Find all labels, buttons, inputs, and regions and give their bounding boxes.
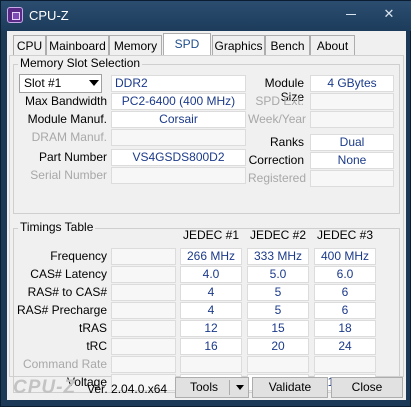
timing-row-spacer <box>111 266 176 283</box>
timing-cell-jedec2: 5 <box>247 284 309 301</box>
module-manuf-label: Module Manuf. <box>27 112 107 126</box>
client-area: CPU Mainboard Memory SPD Graphics Bench … <box>7 31 406 400</box>
timing-cell-jedec1: 16 <box>180 338 242 355</box>
correction-field: None <box>310 152 394 169</box>
slot-select[interactable]: Slot #1 <box>19 74 102 93</box>
spd-ext-label: SPD Ext. <box>255 94 304 108</box>
bottom-bar: CPU-Z Ver. 2.04.0.x64 Tools Validate Clo… <box>7 377 406 400</box>
tools-button[interactable]: Tools <box>175 377 249 398</box>
module-size-field: 4 GBytes <box>310 75 394 92</box>
timing-row-label: Frequency <box>50 249 107 263</box>
cpuz-logo: CPU-Z <box>13 377 77 398</box>
week-year-label: Week/Year <box>248 112 307 126</box>
timing-row-spacer <box>111 248 176 265</box>
timing-cell-jedec1 <box>180 356 242 373</box>
timing-cell-jedec1: 266 MHz <box>180 248 242 265</box>
tab-memory[interactable]: Memory <box>109 35 162 56</box>
timing-row-label: RAS# to CAS# <box>27 285 107 299</box>
ranks-field: Dual <box>310 134 394 151</box>
timing-cell-jedec3: 400 MHz <box>314 248 376 265</box>
dram-manuf-field <box>111 129 246 146</box>
tab-about[interactable]: About <box>310 35 355 56</box>
timing-cell-jedec1: 4 <box>180 284 242 301</box>
max-bandwidth-label: Max Bandwidth <box>24 94 107 108</box>
tab-graphics[interactable]: Graphics <box>212 35 265 56</box>
tab-cpu[interactable]: CPU <box>13 35 46 56</box>
minimize-button[interactable] <box>337 3 365 25</box>
cpuz-app-icon <box>7 7 23 23</box>
spd-ext-field <box>310 93 394 110</box>
slot-select-value: Slot #1 <box>24 76 62 90</box>
timing-row-label: CAS# Latency <box>30 267 107 281</box>
memory-type-field: DDR2 <box>111 75 246 92</box>
tab-spd[interactable]: SPD <box>163 33 211 56</box>
timing-row-label: tRAS <box>78 321 107 335</box>
jedec3-header: JEDEC #3 <box>316 228 374 242</box>
serial-number-label: Serial Number <box>30 168 107 182</box>
timing-cell-jedec1: 12 <box>180 320 242 337</box>
timing-cell-jedec2: 333 MHz <box>247 248 309 265</box>
timing-cell-jedec2: 5 <box>247 302 309 319</box>
tools-button-label: Tools <box>190 380 219 394</box>
part-number-label: Part Number <box>38 150 107 164</box>
timing-row-spacer <box>111 356 176 373</box>
timing-cell-jedec1: 4.0 <box>180 266 242 283</box>
dram-manuf-label: DRAM Manuf. <box>31 130 107 144</box>
timing-cell-jedec3: 6.0 <box>314 266 376 283</box>
timing-cell-jedec1: 4 <box>180 302 242 319</box>
max-bandwidth-field: PC2-6400 (400 MHz) <box>111 93 246 110</box>
timing-cell-jedec2: 5.0 <box>247 266 309 283</box>
timings-group-title: Timings Table <box>18 220 96 234</box>
close-button[interactable]: Close <box>331 377 403 398</box>
tab-bench[interactable]: Bench <box>265 35 310 56</box>
timing-cell-jedec3: 6 <box>314 284 376 301</box>
timing-cell-jedec3: 18 <box>314 320 376 337</box>
timing-row-label: tRC <box>86 339 107 353</box>
timing-cell-jedec3: 24 <box>314 338 376 355</box>
timing-cell-jedec2 <box>247 356 309 373</box>
week-year-field <box>310 111 394 128</box>
spd-tab-content: Memory Slot Selection Slot #1 DDR2 Modul… <box>9 55 404 393</box>
module-manuf-field: Corsair <box>111 111 246 128</box>
timing-row-label: Command Rate <box>22 357 107 371</box>
timing-row-spacer <box>111 338 176 355</box>
jedec1-header: JEDEC #1 <box>182 228 240 242</box>
registered-label: Registered <box>248 171 307 185</box>
window-title: CPU-Z <box>29 8 69 23</box>
serial-number-field <box>111 167 246 184</box>
part-number-field: VS4GSDS800D2 <box>111 149 246 166</box>
timing-row-spacer <box>111 302 176 319</box>
cpuz-window: CPU-Z ✕ CPU Mainboard Memory SPD Graphic… <box>0 0 411 407</box>
tab-mainboard[interactable]: Mainboard <box>46 35 109 56</box>
close-window-button[interactable]: ✕ <box>374 3 404 25</box>
jedec2-header: JEDEC #2 <box>249 228 307 242</box>
timing-row-spacer <box>111 284 176 301</box>
tools-separator <box>229 380 230 395</box>
version-text: Ver. 2.04.0.x64 <box>87 382 168 396</box>
slot-group-title: Memory Slot Selection <box>18 56 143 70</box>
ranks-label: Ranks <box>269 135 304 149</box>
timing-row-label: RAS# Precharge <box>16 303 107 317</box>
timing-cell-jedec2: 20 <box>247 338 309 355</box>
title-bar[interactable]: CPU-Z ✕ <box>1 1 411 31</box>
correction-label: Correction <box>248 153 304 167</box>
timing-row-spacer <box>111 320 176 337</box>
timing-cell-jedec3: 6 <box>314 302 376 319</box>
chevron-down-icon[interactable] <box>236 385 244 390</box>
registered-field <box>310 170 394 187</box>
timing-cell-jedec2: 15 <box>247 320 309 337</box>
chevron-down-icon <box>89 80 99 86</box>
timing-cell-jedec3 <box>314 356 376 373</box>
validate-button[interactable]: Validate <box>252 377 328 398</box>
